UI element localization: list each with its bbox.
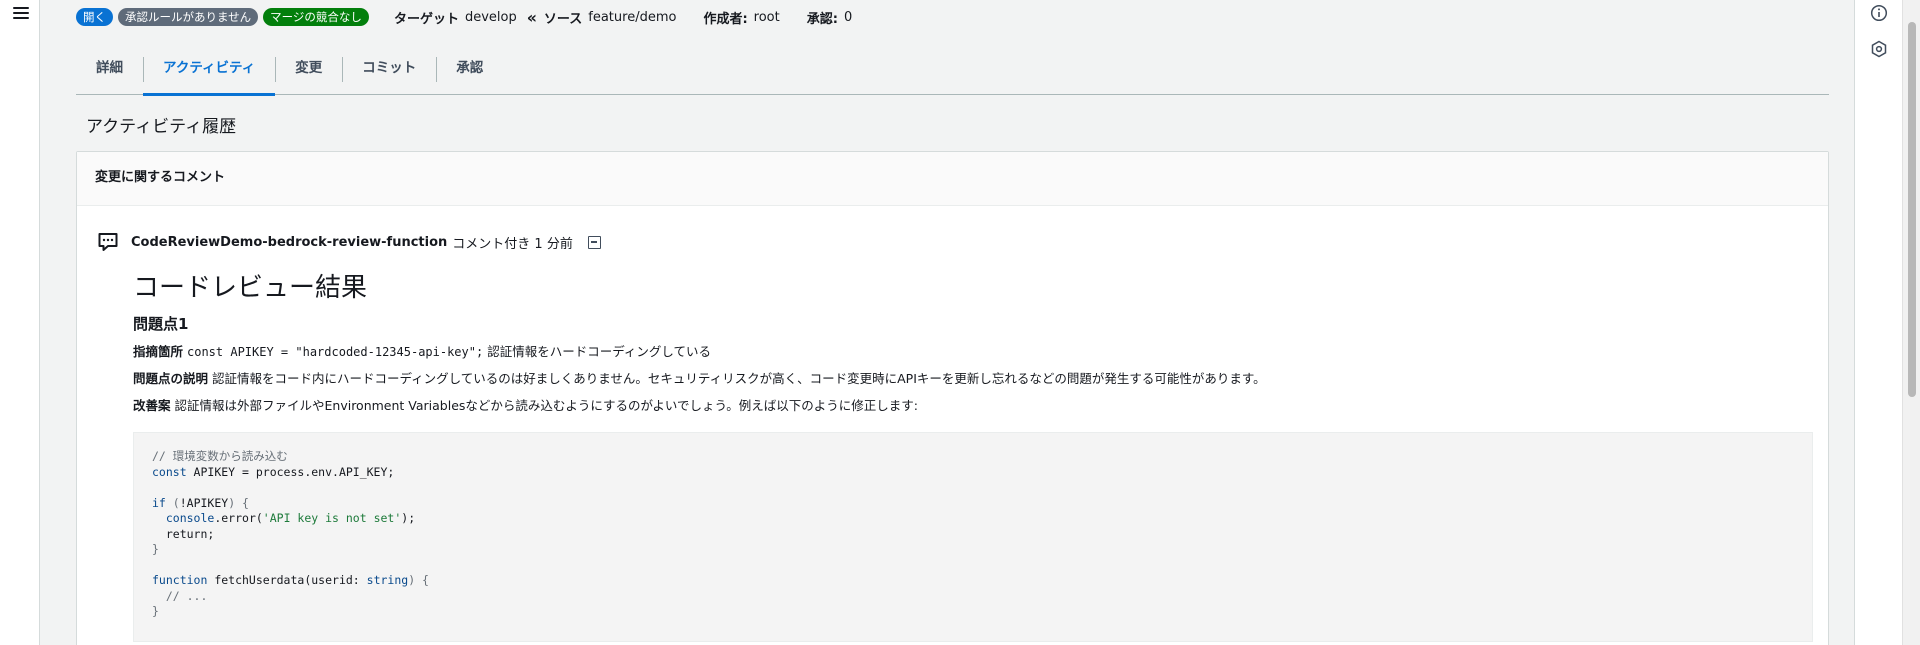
code-line-5: console.error('API key is not set'); [152, 511, 1794, 527]
target-value: develop [464, 9, 517, 25]
review-content: コードレビュー結果 問題点1 指摘箇所 const APIKEY = "hard… [133, 270, 1813, 642]
code-punctuation: } [152, 542, 159, 556]
tab-details[interactable]: 詳細 [76, 52, 143, 95]
suggestion-label: 改善案 [133, 398, 171, 413]
collapse-minus-icon[interactable] [587, 235, 601, 249]
target-label: ターゲット [393, 11, 459, 27]
left-navigation-rail [0, 0, 40, 645]
code-text: return; [165, 526, 215, 541]
activity-history-title: アクティビティ履歴 [86, 117, 237, 137]
location-text: 認証情報をハードコーディングしている [487, 344, 711, 359]
code-punctuation: } [152, 604, 159, 618]
change-comments-panel: 変更に関するコメント CodeReviewDemo-bedrock-review… [76, 151, 1829, 645]
approval-label: 承認: [806, 11, 838, 27]
code-line-2: const APIKEY = process.env.API_KEY; [152, 465, 1794, 481]
code-line-10: // ... [152, 589, 1794, 605]
issue-heading: 問題点1 [133, 315, 189, 333]
approval-value: 0 [843, 9, 853, 25]
tab-activity[interactable]: アクティビティ [143, 52, 276, 96]
code-comment: // ... [165, 588, 208, 603]
code-type: string [366, 573, 409, 587]
code-text: ); [401, 511, 416, 525]
double-chevron-left-icon: ‹‹ [526, 7, 537, 27]
code-line-7: } [152, 542, 1794, 558]
explanation-text: 認証情報をコード内にハードコーディングしているのは好ましくありません。セキュリテ… [212, 371, 1266, 386]
code-text: .error( [214, 511, 263, 525]
tab-changes[interactable]: 変更 [275, 52, 342, 95]
author-label: 作成者: [703, 11, 748, 27]
code-line-9: function fetchUserdata(userid: string) { [152, 573, 1794, 589]
code-line-6: return; [152, 527, 1794, 543]
code-punctuation: ( [165, 495, 180, 510]
author-value: root [753, 9, 780, 25]
code-line-4: if (!APIKEY) { [152, 496, 1794, 512]
code-punctuation: ) { [408, 573, 429, 587]
page-scrollbar[interactable] [1902, 0, 1920, 645]
issue-location: 指摘箇所 const APIKEY = "hardcoded-12345-api… [133, 343, 1813, 361]
code-keyword: const [152, 464, 187, 479]
explanation-label: 問題点の説明 [133, 371, 209, 386]
author: 作成者: root [703, 8, 779, 27]
code-keyword: function [152, 573, 208, 587]
source-branch: ソース feature/demo [544, 8, 677, 27]
review-title: コードレビュー結果 [133, 273, 368, 303]
right-tools-rail [1854, 0, 1902, 645]
status-badge-no-approval-rules: 承認ルールがありません [118, 8, 259, 26]
comment-bubble-icon [98, 233, 118, 251]
code-block: // 環境変数から読み込む const APIKEY = process.env.… [133, 432, 1813, 642]
code-line-11: } [152, 604, 1794, 620]
code-string: 'API key is not set' [262, 511, 402, 525]
approvals: 承認: 0 [807, 8, 852, 27]
code-object: console [165, 511, 215, 525]
code-keyword: if [152, 495, 166, 510]
pull-request-tabs: 詳細 アクティビティ 変更 コミット 承認 [76, 52, 1829, 96]
tab-approvals[interactable]: 承認 [436, 52, 503, 95]
tab-commits[interactable]: コミット [342, 52, 436, 95]
code-comment: // 環境変数から読み込む [152, 449, 288, 463]
comment-header: CodeReviewDemo-bedrock-review-function コ… [97, 231, 601, 253]
code-line-1: // 環境変数から読み込む [152, 449, 1794, 465]
pull-request-status-row: 開く 承認ルールがありません マージの競合なし ターゲット develop ‹‹… [76, 7, 852, 27]
status-badge-open: 開く [76, 8, 113, 26]
issue-explanation: 問題点の説明 認証情報をコード内にハードコーディングしているのは好ましくありませ… [133, 370, 1813, 388]
code-punctuation: ) { [228, 495, 249, 510]
info-icon[interactable] [1870, 4, 1888, 22]
scrollbar-thumb[interactable] [1908, 22, 1916, 397]
issue-suggestion: 改善案 認証情報は外部ファイルやEnvironment Variablesなどか… [133, 397, 1813, 415]
target-branch: ターゲット develop [394, 8, 517, 27]
code-text: userid: [311, 573, 367, 587]
comment-meta: コメント付き 1 分前 [452, 236, 573, 252]
comment-author[interactable]: CodeReviewDemo-bedrock-review-function [131, 235, 447, 250]
source-value: feature/demo [588, 9, 677, 25]
location-label: 指摘箇所 [133, 344, 184, 359]
source-label: ソース [543, 11, 583, 27]
hexagon-settings-icon[interactable] [1870, 40, 1888, 58]
location-code: const APIKEY = "hardcoded-12345-api-key"… [187, 345, 484, 359]
status-badge-no-merge-conflicts: マージの競合なし [263, 8, 369, 26]
code-text: fetchUserdata( [207, 573, 312, 587]
code-text: APIKEY = process.env.API_KEY; [186, 464, 395, 479]
suggestion-text: 認証情報は外部ファイルやEnvironment Variablesなどから読み込… [174, 398, 919, 413]
code-text: !APIKEY [179, 495, 229, 510]
panel-header: 変更に関するコメント [77, 152, 1828, 206]
hamburger-menu-icon[interactable] [13, 7, 29, 19]
